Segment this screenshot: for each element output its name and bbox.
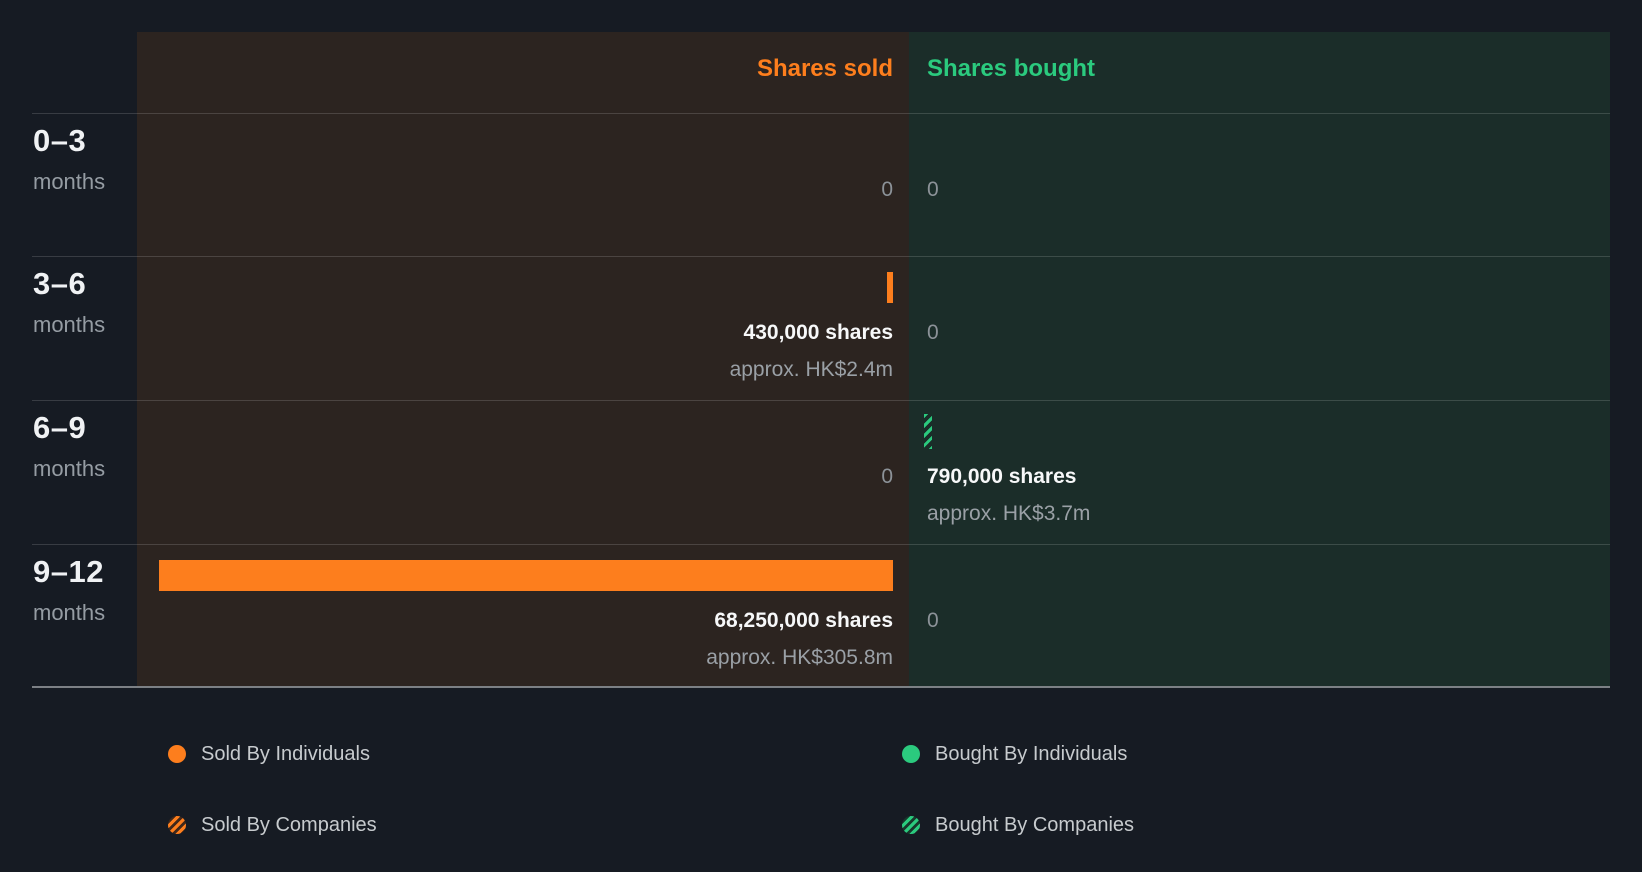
period-label: 3–6 [33,266,87,301]
bought-bar-zone [924,272,1594,303]
bought-value-cell: 0 [927,608,1567,634]
sold-value-cell: 0 [137,464,893,490]
sold-value-cell: 0 [137,177,893,203]
bought-value-cell: 0 [927,320,1567,346]
period-row-9-12-months: 9–12 months 68,250,000 shares approx. HK… [0,544,1642,687]
sold-shares-value: 0 [881,465,893,488]
column-header-shares-bought: Shares bought [927,55,1096,82]
sold-shares-value: 68,250,000 shares [714,609,893,632]
period-row-0-3-months: 0–3 months 0 0 [0,113,1642,256]
bought-shares-value: 790,000 shares [927,465,1077,488]
sold-bar-zone [159,560,893,591]
sold-approx-value: approx. HK$305.8m [706,646,893,669]
sold-shares-value: 430,000 shares [743,321,893,344]
gridline [32,544,1610,545]
sold-value-cell: 430,000 shares approx. HK$2.4m [137,320,893,383]
sold-approx-value: approx. HK$2.4m [729,358,893,381]
sold-individuals-swatch-icon [168,745,186,763]
bought-value-cell: 0 [927,177,1567,203]
bought-bar-zone [924,560,1594,591]
column-header-shares-sold: Shares sold [756,55,893,82]
period-row-6-9-months: 6–9 months 0 790,000 shares approx. HK$3… [0,400,1642,543]
bought-shares-value: 0 [927,178,939,201]
period-label: 0–3 [33,123,87,158]
period-unit-label: months [33,312,106,337]
bought-bar[interactable] [924,414,932,449]
period-label: 9–12 [33,554,104,589]
legend-label: Bought By Individuals [935,743,1128,765]
sold-bar[interactable] [887,272,893,303]
legend-label: Bought By Companies [935,814,1135,836]
legend-label: Sold By Individuals [201,743,370,765]
sold-bar-zone [159,129,893,160]
period-label: 6–9 [33,410,87,445]
chart-bottom-axis [32,686,1610,688]
sold-bar-zone [159,416,893,447]
bought-shares-value: 0 [927,609,939,632]
bought-approx-value: approx. HK$3.7m [927,502,1091,525]
sold-bar-zone [159,272,893,303]
sold-companies-swatch-icon [168,816,186,834]
period-unit-label: months [33,456,106,481]
period-unit-label: months [33,169,106,194]
bought-shares-value: 0 [927,321,939,344]
gridline [32,400,1610,401]
sold-bar[interactable] [159,560,893,591]
sold-value-cell: 68,250,000 shares approx. HK$305.8m [137,608,893,671]
gridline [32,256,1610,257]
legend-item-sold-by-individuals[interactable]: Sold By Individuals [168,744,370,764]
legend-item-bought-by-companies[interactable]: Bought By Companies [902,815,1134,835]
legend-item-bought-by-individuals[interactable]: Bought By Individuals [902,744,1127,764]
period-row-3-6-months: 3–6 months 430,000 shares approx. HK$2.4… [0,256,1642,399]
bought-value-cell: 790,000 shares approx. HK$3.7m [927,464,1567,527]
legend-label: Sold By Companies [201,814,377,836]
bought-bar-zone [924,414,1594,449]
gridline [32,113,1610,114]
period-unit-label: months [33,600,106,625]
bought-individuals-swatch-icon [902,745,920,763]
bought-companies-swatch-icon [902,816,920,834]
bought-bar-zone [924,129,1594,160]
legend-item-sold-by-companies[interactable]: Sold By Companies [168,815,377,835]
sold-shares-value: 0 [881,178,893,201]
